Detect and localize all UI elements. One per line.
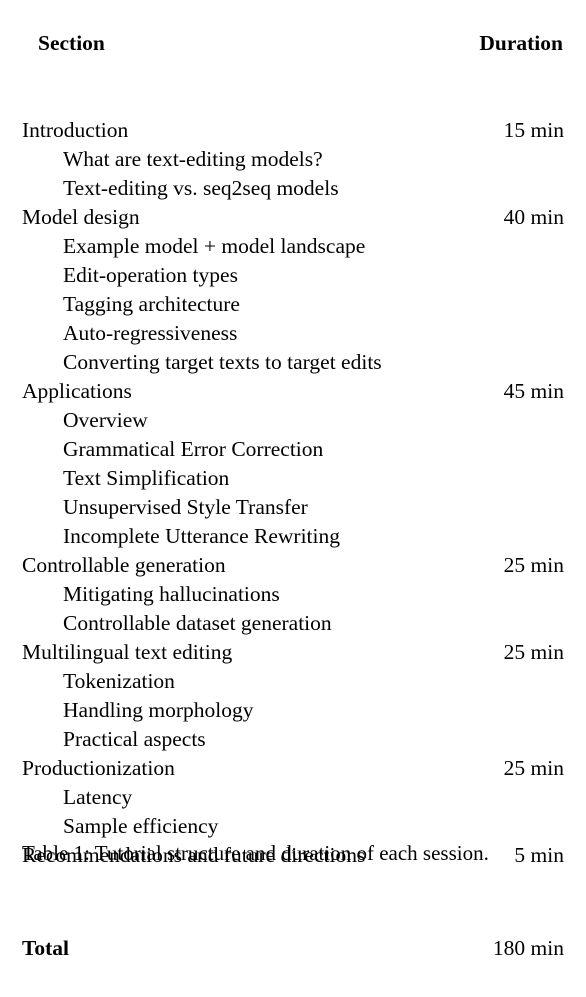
table-top-rule — [22, 0, 564, 29]
section-duration — [422, 580, 564, 609]
table-row: Text-editing vs. seq2seq models — [22, 174, 564, 203]
section-duration: 15 min — [503, 118, 564, 142]
total-label: Total — [22, 936, 69, 960]
subsection-label: Auto-regressiveness — [63, 321, 238, 345]
subsection-label: Practical aspects — [63, 727, 206, 751]
table-row: Example model + model landscape — [22, 232, 564, 261]
section-duration — [422, 290, 564, 319]
table-row: Sample efficiency — [22, 812, 564, 841]
table-footer: Total 180 min — [22, 870, 564, 997]
subsection-label: Overview — [63, 408, 148, 432]
section-duration — [422, 696, 564, 725]
subsection-label: Latency — [63, 785, 133, 809]
table-row: Handling morphology — [22, 696, 564, 725]
subsection-label: Text-editing vs. seq2seq models — [63, 176, 339, 200]
subsection-label: Tokenization — [63, 669, 175, 693]
table-row: Model design 40 min — [22, 203, 564, 232]
table-bottom-rule — [22, 968, 564, 997]
table-row: Grammatical Error Correction — [22, 435, 564, 464]
table-row: Converting target texts to target edits — [22, 348, 564, 377]
subsection-label: Converting target texts to target edits — [63, 350, 382, 374]
section-duration: 45 min — [503, 379, 564, 403]
table-row: Practical aspects — [22, 725, 564, 754]
section-duration — [422, 812, 564, 841]
table-caption: Table 1: Tutorial structure and duration… — [22, 841, 489, 865]
table-row: Tokenization — [22, 667, 564, 696]
table-row: Mitigating hallucinations — [22, 580, 564, 609]
subsection-label: What are text-editing models? — [63, 147, 323, 171]
table-row: Multilingual text editing 25 min — [22, 638, 564, 667]
table-row: Text Simplification — [22, 464, 564, 493]
table-row: Incomplete Utterance Rewriting — [22, 522, 564, 551]
table-row: Latency — [22, 783, 564, 812]
section-duration — [422, 464, 564, 493]
section-label: Model design — [22, 205, 140, 229]
section-duration — [422, 232, 564, 261]
table-row: Controllable dataset generation — [22, 609, 564, 638]
subsection-label: Tagging architecture — [63, 292, 240, 316]
header-body-spacer — [22, 87, 564, 116]
total-duration: 180 min — [492, 936, 564, 960]
subsection-label: Edit-operation types — [63, 263, 238, 287]
table-row: What are text-editing models? — [22, 145, 564, 174]
section-duration — [422, 174, 564, 203]
subsection-label: Sample efficiency — [63, 814, 219, 838]
section-duration — [422, 522, 564, 551]
table-header-rule — [22, 58, 564, 87]
subsection-label: Handling morphology — [63, 698, 254, 722]
subsection-label: Incomplete Utterance Rewriting — [63, 524, 341, 548]
table-total-rule — [22, 899, 564, 928]
subsection-label: Grammatical Error Correction — [63, 437, 324, 461]
section-label: Controllable generation — [22, 553, 226, 577]
table-row: Unsupervised Style Transfer — [22, 493, 564, 522]
table-row: Tagging architecture — [22, 290, 564, 319]
section-duration — [422, 348, 564, 377]
table-row: Controllable generation 25 min — [22, 551, 564, 580]
section-duration — [422, 261, 564, 290]
section-duration — [422, 667, 564, 696]
section-duration: 25 min — [503, 756, 564, 780]
schedule-rows: Introduction 15 min What are text-editing … — [22, 116, 564, 870]
section-label: Applications — [22, 379, 132, 403]
table-row-total: Total 180 min — [22, 928, 564, 968]
subsection-label: Example model + model landscape — [63, 234, 366, 258]
section-label: Multilingual text editing — [22, 640, 233, 664]
column-header-duration: Duration — [479, 31, 563, 55]
table-row: Introduction 15 min — [22, 116, 564, 145]
table-row: Productionization 25 min — [22, 754, 564, 783]
table-header-row: Section Duration — [22, 29, 564, 58]
section-duration — [422, 145, 564, 174]
column-header-section: Section — [38, 31, 105, 55]
section-duration: 25 min — [503, 553, 564, 577]
section-duration: 25 min — [503, 640, 564, 664]
section-duration — [422, 609, 564, 638]
section-duration — [422, 783, 564, 812]
section-duration — [422, 319, 564, 348]
table-row: Applications 45 min — [22, 377, 564, 406]
section-duration — [422, 725, 564, 754]
table-row: Overview — [22, 406, 564, 435]
table-row: Edit-operation types — [22, 261, 564, 290]
body-footer-spacer — [22, 870, 564, 899]
table-row: Auto-regressiveness — [22, 319, 564, 348]
subsection-label: Unsupervised Style Transfer — [63, 495, 308, 519]
section-label: Productionization — [22, 756, 175, 780]
section-duration: 40 min — [503, 205, 564, 229]
table-figure-page: Section Duration Introduction 15 min What … — [0, 0, 586, 960]
subsection-label: Controllable dataset generation — [63, 611, 332, 635]
section-duration — [422, 435, 564, 464]
subsection-label: Text Simplification — [63, 466, 230, 490]
section-label: Introduction — [22, 118, 129, 142]
table-body: Section Duration — [22, 0, 564, 116]
section-duration — [422, 493, 564, 522]
section-duration — [422, 406, 564, 435]
subsection-label: Mitigating hallucinations — [63, 582, 280, 606]
